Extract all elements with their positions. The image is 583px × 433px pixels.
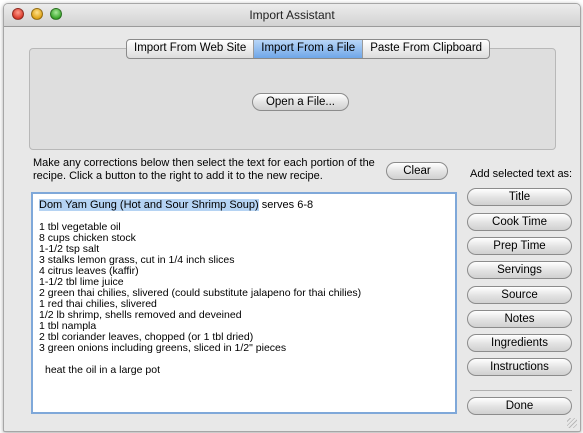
tab-paste-from-clipboard[interactable]: Paste From Clipboard [363, 40, 489, 58]
add-instructions-button[interactable]: Instructions [467, 358, 572, 376]
done-button[interactable]: Done [467, 397, 572, 415]
add-prep-time-button[interactable]: Prep Time [467, 237, 572, 255]
clear-button[interactable]: Clear [386, 162, 448, 180]
add-ingredients-button[interactable]: Ingredients [467, 334, 572, 352]
resize-grip-icon[interactable] [567, 418, 577, 428]
instruction-line: heat the oil in a large pot [45, 364, 160, 376]
add-selected-text-label: Add selected text as: [470, 168, 573, 180]
add-notes-button[interactable]: Notes [467, 310, 572, 328]
add-source-button[interactable]: Source [467, 286, 572, 304]
serves-text: serves 6-8 [258, 199, 314, 211]
import-source-tabs: Import From Web Site Import From a File … [126, 39, 491, 59]
divider [470, 390, 572, 391]
add-servings-button[interactable]: Servings [467, 261, 572, 279]
ingredient-line: 3 green onions including greens, sliced … [39, 342, 287, 354]
recipe-title-line: Dom Yam Gung (Hot and Sour Shrimp Soup) … [39, 199, 313, 211]
recipe-text-area[interactable]: Dom Yam Gung (Hot and Sour Shrimp Soup) … [31, 192, 457, 414]
title-bar[interactable]: Import Assistant [4, 4, 580, 27]
instructions-text: Make any corrections below then select t… [33, 157, 375, 182]
tab-import-from-web-site[interactable]: Import From Web Site [127, 40, 255, 58]
selected-text: Dom Yam Gung (Hot and Sour Shrimp Soup) [39, 199, 259, 211]
add-cook-time-button[interactable]: Cook Time [467, 213, 572, 231]
import-tab-panel: Open a File... [29, 48, 556, 150]
add-title-button[interactable]: Title [467, 188, 572, 206]
window-title: Import Assistant [249, 8, 335, 22]
tab-import-from-a-file[interactable]: Import From a File [254, 40, 364, 58]
open-file-button[interactable]: Open a File... [252, 93, 349, 111]
import-assistant-window: Import Assistant Open a File... Import F… [3, 3, 581, 432]
